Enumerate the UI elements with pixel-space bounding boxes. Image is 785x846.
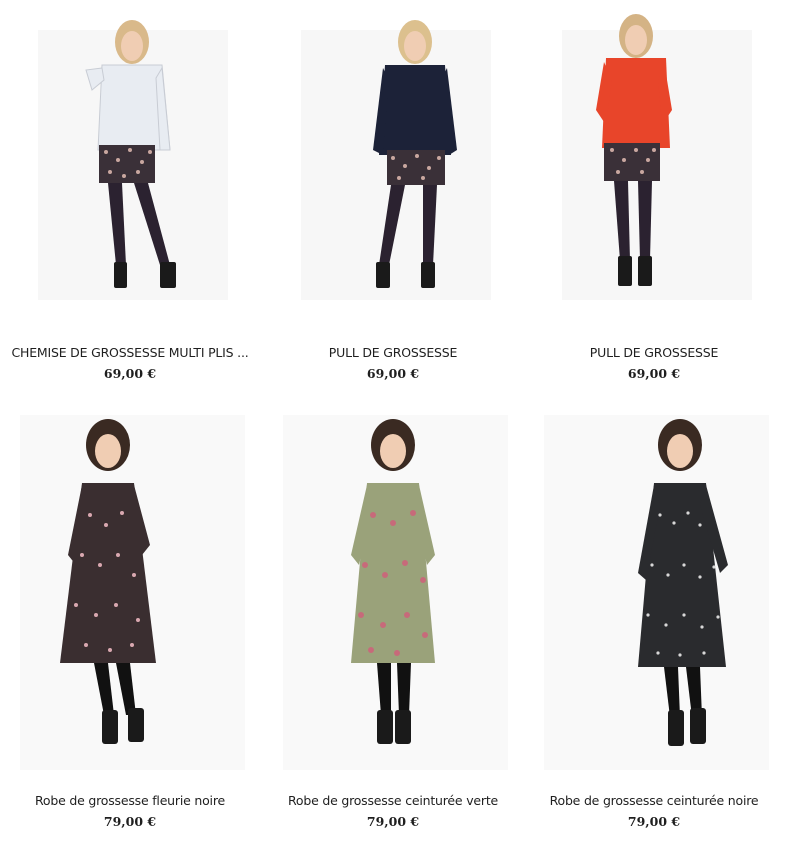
product-name[interactable]: Robe de grossesse ceinturée noire — [534, 793, 774, 809]
product-image[interactable] — [534, 405, 774, 775]
product-name[interactable]: CHEMISE DE GROSSESSE MULTI PLIS ... — [10, 345, 250, 361]
product-image[interactable] — [273, 0, 513, 305]
product-card[interactable]: CHEMISE DE GROSSESSE MULTI PLIS ... 69,0… — [0, 0, 260, 382]
product-image[interactable] — [10, 0, 250, 305]
product-card[interactable]: Robe de grossesse ceinturée verte 79,00 … — [262, 405, 524, 830]
product-price: 69,00 € — [366, 366, 420, 381]
product-card[interactable]: PULL DE GROSSESSE 69,00 € — [524, 0, 784, 382]
product-price: 79,00 € — [366, 814, 420, 829]
product-name[interactable]: Robe de grossesse ceinturée verte — [273, 793, 513, 809]
product-grid: CHEMISE DE GROSSESSE MULTI PLIS ... 69,0… — [0, 0, 785, 846]
product-image[interactable] — [534, 0, 774, 305]
product-price: 79,00 € — [627, 814, 681, 829]
product-price: 69,00 € — [627, 366, 681, 381]
product-image[interactable] — [273, 405, 513, 775]
product-name[interactable]: PULL DE GROSSESSE — [534, 345, 774, 361]
product-price: 69,00 € — [103, 366, 157, 381]
product-price: 79,00 € — [103, 814, 157, 829]
product-card[interactable]: PULL DE GROSSESSE 69,00 € — [262, 0, 524, 382]
product-card[interactable]: Robe de grossesse fleurie noire 79,00 € — [0, 405, 260, 830]
product-image[interactable] — [10, 405, 250, 775]
product-card[interactable]: Robe de grossesse ceinturée noire 79,00 … — [524, 405, 784, 830]
product-name[interactable]: Robe de grossesse fleurie noire — [10, 793, 250, 809]
product-name[interactable]: PULL DE GROSSESSE — [273, 345, 513, 361]
